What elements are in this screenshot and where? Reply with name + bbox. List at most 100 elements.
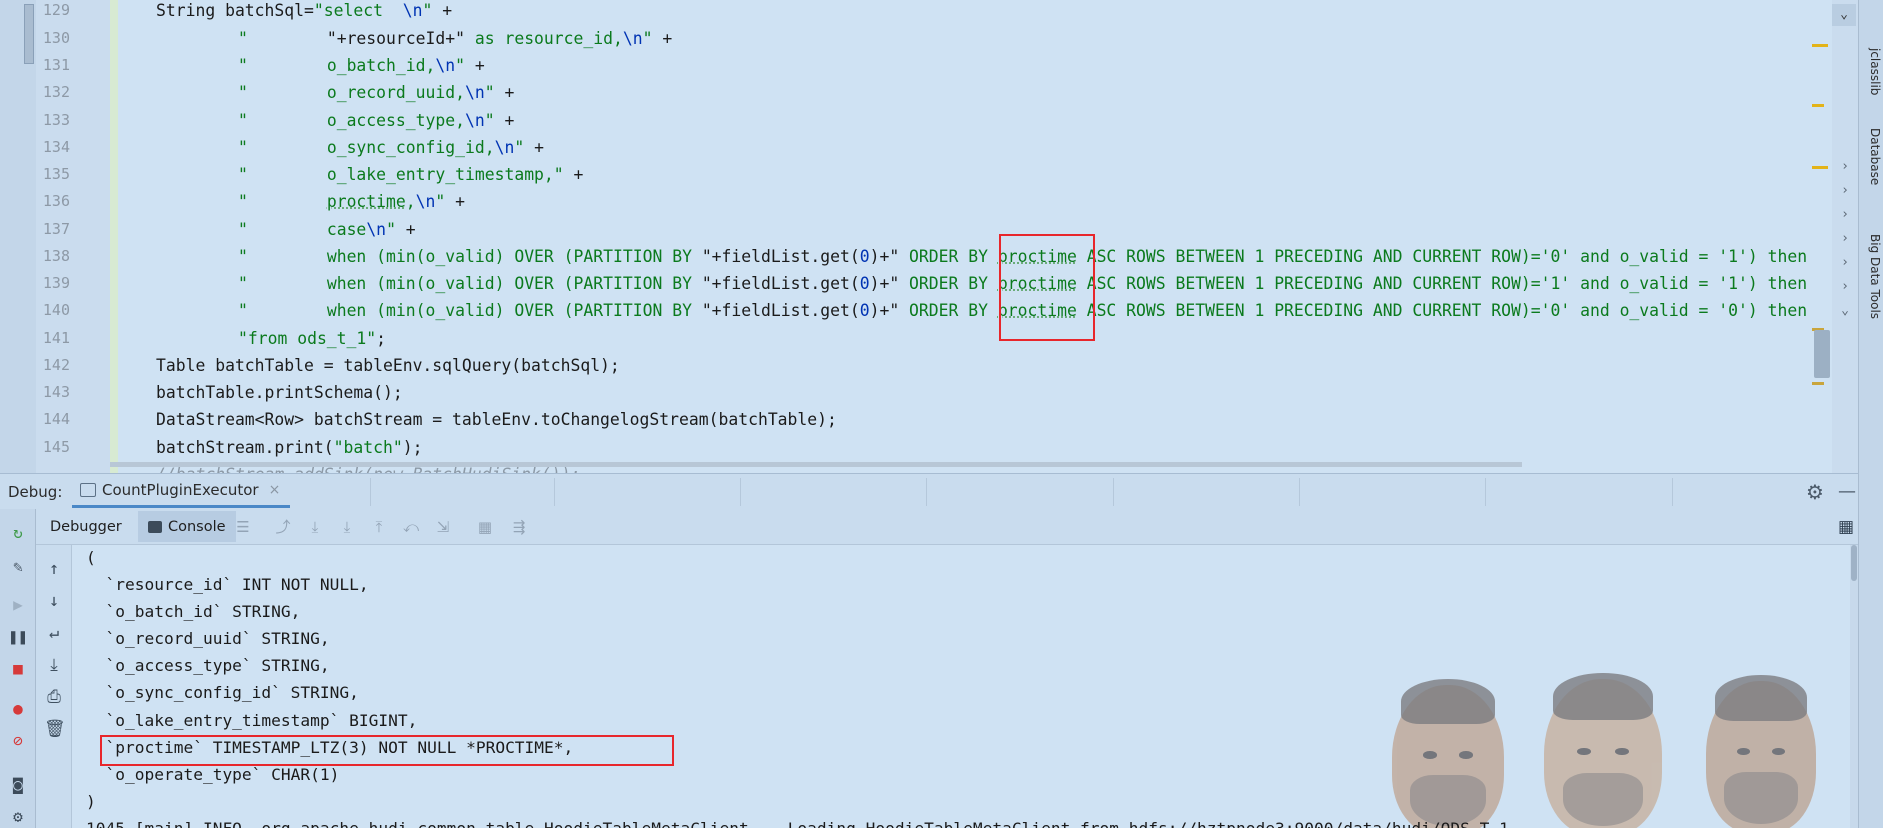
escape-token: \n — [402, 1, 423, 20]
line-number: 139 — [42, 274, 70, 292]
chevron-right-icon[interactable]: › — [1838, 232, 1852, 246]
trash-icon[interactable]: 🗑 — [44, 719, 66, 739]
trace-stream-icon[interactable]: ⇶ — [510, 518, 528, 536]
chevron-right-icon[interactable]: › — [1838, 208, 1852, 222]
layout-settings-icon[interactable]: ▦ — [1838, 517, 1854, 537]
chevron-right-icon[interactable]: › — [1838, 256, 1852, 270]
line-number: 137 — [42, 220, 70, 238]
code-line[interactable]: " o_lake_entry_timestamp," + — [238, 161, 583, 188]
string-token: "batch" — [333, 438, 403, 457]
code-line[interactable]: batchTable.printSchema(); — [156, 379, 403, 406]
code-line[interactable]: " o_access_type,\n" + — [238, 107, 514, 134]
line-number: 129 — [42, 1, 70, 19]
minimize-icon[interactable]: — — [1838, 481, 1856, 502]
code-token: + — [445, 192, 466, 211]
code-token: + — [432, 1, 453, 20]
divider — [1485, 478, 1486, 506]
frames-icon[interactable]: ☰ — [234, 518, 252, 536]
code-token: )+" — [869, 301, 900, 320]
evaluate-expression-icon[interactable]: ▦ — [476, 518, 494, 536]
console-line: `resource_id` INT NOT NULL, — [86, 575, 369, 594]
gear-icon[interactable]: ⚙ — [1806, 480, 1824, 504]
code-line[interactable]: " o_sync_config_id,\n" + — [238, 134, 544, 161]
face-beard — [1562, 772, 1644, 826]
line-number: 141 — [42, 329, 70, 347]
code-line[interactable]: "from ods_t_1"; — [238, 325, 386, 352]
face-hair — [1714, 674, 1808, 721]
structure-tab-marker[interactable] — [24, 4, 34, 64]
settings-icon[interactable]: ⚙ — [8, 807, 28, 827]
code-editor[interactable]: 129 130 131 132 133 134 135 136 137 138 … — [0, 0, 1883, 473]
code-line[interactable]: batchStream.print("batch"); — [156, 434, 422, 461]
error-stripe[interactable] — [1812, 0, 1832, 473]
sidebar-tab-database[interactable]: Database — [1862, 128, 1882, 185]
chevron-down-icon[interactable]: ⌄ — [1832, 4, 1856, 26]
code-line[interactable]: String batchSql="select \n" + — [156, 0, 452, 24]
chevron-right-icon[interactable]: › — [1838, 184, 1852, 198]
step-into-icon[interactable]: ⤓ — [338, 518, 356, 536]
show-execution-point-icon[interactable]: ⤴ — [274, 518, 292, 536]
string-token: " — [238, 192, 248, 211]
warning-marker[interactable] — [1812, 382, 1824, 385]
camera-icon[interactable]: ◙ — [8, 775, 28, 795]
string-token: " — [238, 165, 248, 184]
console-output[interactable]: ( `resource_id` INT NOT NULL, `o_batch_i… — [72, 545, 1850, 828]
code-token: ); — [402, 438, 423, 457]
code-line[interactable]: Table batchTable = tableEnv.sqlQuery(bat… — [156, 352, 620, 379]
down-arrow-icon[interactable]: ↓ — [44, 591, 64, 611]
warning-marker[interactable] — [1812, 104, 1824, 107]
console-line: ) — [86, 792, 96, 811]
chevron-right-icon[interactable]: › — [1838, 160, 1852, 174]
string-token: " — [238, 220, 248, 239]
chevron-right-icon[interactable]: › — [1838, 280, 1852, 294]
minimap-thumb[interactable] — [1814, 330, 1830, 378]
close-icon[interactable]: × — [269, 482, 281, 498]
step-over-icon[interactable]: ⤓ — [306, 518, 324, 536]
console-line: 1045 [main] INFO org.apache.hudi.common.… — [86, 815, 1509, 828]
rerun-icon[interactable]: ↻ — [8, 523, 28, 543]
tab-debugger[interactable]: Debugger — [40, 511, 132, 542]
print-icon[interactable]: ⎙ — [44, 687, 64, 707]
code-line[interactable]: " proctime,\n" + — [238, 188, 465, 215]
stop-icon[interactable]: ■ — [8, 659, 28, 679]
editor-horizontal-scrollbar[interactable] — [110, 460, 1522, 468]
mute-breakpoints-icon[interactable]: ⊘ — [8, 731, 28, 751]
resume-icon[interactable]: ▶ — [8, 595, 28, 615]
string-token: " — [422, 1, 433, 20]
string-token: case — [326, 220, 367, 239]
sidebar-tab-jclasslib[interactable]: jclasslib — [1862, 48, 1882, 95]
drop-frame-icon[interactable]: ⤺ — [402, 518, 420, 536]
chevron-down-icon[interactable]: ⌄ — [1838, 304, 1852, 318]
run-to-cursor-icon[interactable]: ⇲ — [434, 518, 452, 536]
sidebar-tab-big-data-tools[interactable]: Big Data Tools — [1862, 234, 1882, 319]
up-arrow-icon[interactable]: ↑ — [44, 559, 64, 579]
view-breakpoints-icon[interactable]: ● — [8, 699, 28, 719]
string-token: proctime — [326, 192, 406, 211]
debug-session-tab[interactable]: CountPluginExecutor × — [72, 475, 291, 508]
scroll-to-end-icon[interactable]: ⤓ — [44, 655, 64, 675]
code-line[interactable]: " "+resourceId+" as resource_id,\n" + — [238, 25, 672, 52]
step-out-icon[interactable]: ⤒ — [370, 518, 388, 536]
code-line[interactable]: DataStream<Row> batchStream = tableEnv.t… — [156, 406, 837, 433]
console-vertical-scrollbar[interactable] — [1850, 545, 1858, 828]
string-token: ASC ROWS BETWEEN 1 PRECEDING AND CURRENT… — [1076, 301, 1808, 320]
warning-marker[interactable] — [1812, 44, 1828, 47]
divider — [554, 478, 555, 506]
modify-config-icon[interactable]: ✎ — [8, 557, 28, 577]
pause-icon[interactable]: ❚❚ — [8, 627, 28, 647]
face-hair — [1553, 672, 1653, 720]
code-line[interactable]: " case\n" + — [238, 216, 416, 243]
tab-console[interactable]: Console — [138, 511, 236, 542]
string-token: " — [484, 111, 495, 130]
scroll-thumb[interactable] — [110, 462, 1522, 467]
number-token: 0 — [859, 274, 870, 293]
escape-token: \n — [366, 220, 387, 239]
code-line[interactable]: " o_batch_id,\n" + — [238, 52, 485, 79]
warning-marker[interactable] — [1812, 166, 1828, 169]
escape-token: \n — [435, 56, 456, 75]
string-token — [248, 192, 327, 211]
code-line[interactable]: " o_record_uuid,\n" + — [238, 79, 514, 106]
debug-panel-header: Debug: CountPluginExecutor × ⚙ — — [0, 473, 1858, 509]
soft-wrap-icon[interactable]: ↵ — [44, 623, 64, 643]
scroll-thumb[interactable] — [1851, 545, 1857, 581]
